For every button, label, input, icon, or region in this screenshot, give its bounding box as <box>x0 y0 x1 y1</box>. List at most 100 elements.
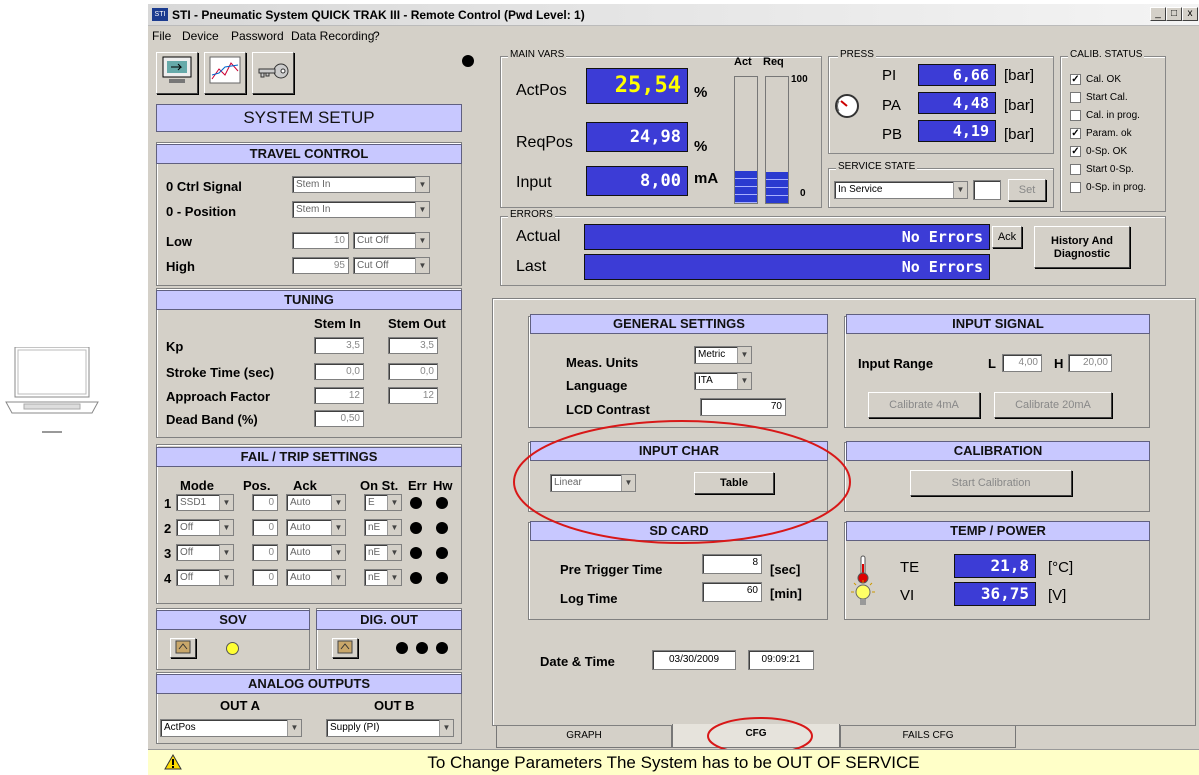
sov-button[interactable] <box>170 638 196 658</box>
high-label: High <box>166 259 195 274</box>
fail-mode-select[interactable]: Off ▼ <box>176 519 234 536</box>
fail-mode-value: Off <box>180 547 194 558</box>
monitor-button[interactable] <box>156 52 198 94</box>
calib-checkbox-label: Start 0-Sp. <box>1086 164 1134 175</box>
log-time-input[interactable]: 60 <box>702 582 762 602</box>
language-select[interactable]: ITA ▼ <box>694 372 752 390</box>
fail-pos-input[interactable]: 0 <box>252 569 278 586</box>
calib-checkbox[interactable] <box>1070 164 1081 175</box>
fail-ack-select[interactable]: Auto ▼ <box>286 494 346 511</box>
calibrate-20ma-button[interactable]: Calibrate 20mA <box>994 392 1112 418</box>
dead-band-input[interactable]: 0,50 <box>314 410 364 427</box>
kp-stem-out-input[interactable]: 3,5 <box>388 337 438 354</box>
language-label: Language <box>566 378 628 393</box>
high-mode-select[interactable]: Cut Off ▼ <box>353 257 430 274</box>
range-h-input[interactable]: 20,00 <box>1068 354 1112 372</box>
menu-file[interactable]: File <box>152 29 171 43</box>
fail-ack-select[interactable]: Auto ▼ <box>286 544 346 561</box>
fail-ack-select[interactable]: Auto ▼ <box>286 569 346 586</box>
low-mode-select[interactable]: Cut Off ▼ <box>353 232 430 249</box>
last-error-label: Last <box>516 258 547 275</box>
out-a-select[interactable]: ActPos ▼ <box>160 719 302 737</box>
stroke-stem-out-input[interactable]: 0,0 <box>388 363 438 380</box>
approach-stem-out-input[interactable]: 12 <box>388 387 438 404</box>
high-input[interactable]: 95 <box>292 257 349 274</box>
ack-button[interactable]: Ack <box>992 226 1022 248</box>
input-char-select[interactable]: Linear ▼ <box>550 474 636 492</box>
lcd-contrast-label: LCD Contrast <box>566 402 650 417</box>
calib-checkbox[interactable] <box>1070 182 1081 193</box>
chevron-down-icon: ▼ <box>737 347 751 363</box>
minimize-button[interactable]: _ <box>1150 7 1166 21</box>
fail-pos-input[interactable]: 0 <box>252 519 278 536</box>
password-button[interactable] <box>252 52 294 94</box>
service-state-select[interactable]: In Service ▼ <box>834 181 968 199</box>
fail-onst-select[interactable]: E ▼ <box>364 494 402 511</box>
calib-checkbox[interactable]: ✓ <box>1070 128 1081 139</box>
tab-cfg[interactable]: CFG <box>672 724 840 748</box>
calib-checkbox[interactable]: ✓ <box>1070 146 1081 157</box>
start-calibration-button[interactable]: Start Calibration <box>910 470 1072 496</box>
stroke-stem-in-input[interactable]: 0,0 <box>314 363 364 380</box>
fail-ack-select[interactable]: Auto ▼ <box>286 519 346 536</box>
stroke-time-label: Stroke Time (sec) <box>166 365 275 380</box>
approach-stem-in-input[interactable]: 12 <box>314 387 364 404</box>
meas-units-select[interactable]: Metric ▼ <box>694 346 752 364</box>
sd-card-header: SD CARD <box>530 521 828 541</box>
lcd-contrast-input[interactable]: 70 <box>700 398 786 416</box>
chevron-down-icon: ▼ <box>953 182 967 198</box>
menu-data-recording[interactable]: Data Recording <box>291 29 374 43</box>
actpos-label: ActPos <box>516 82 567 99</box>
kp-stem-in-input[interactable]: 3,5 <box>314 337 364 354</box>
fail-ack-value: Auto <box>290 497 311 508</box>
menu-password[interactable]: Password <box>231 29 284 43</box>
fail-pos-input[interactable]: 0 <box>252 494 278 511</box>
time-input[interactable]: 09:09:21 <box>748 650 814 670</box>
ctrl-signal-select[interactable]: Stem In ▼ <box>292 176 430 193</box>
tab-graph[interactable]: GRAPH <box>496 726 672 748</box>
menu-help[interactable]: ? <box>373 29 380 43</box>
fail-mode-select[interactable]: Off ▼ <box>176 544 234 561</box>
range-l-input[interactable]: 4,00 <box>1002 354 1042 372</box>
dig-out-button[interactable] <box>332 638 358 658</box>
input-char-value: Linear <box>554 477 582 488</box>
position-value: Stem In <box>296 204 331 215</box>
tab-fails-cfg[interactable]: FAILS CFG <box>840 726 1016 748</box>
history-diagnostic-button[interactable]: History And Diagnostic <box>1034 226 1130 268</box>
chevron-down-icon: ▼ <box>331 520 345 535</box>
calibrate-4ma-button[interactable]: Calibrate 4mA <box>868 392 980 418</box>
table-button[interactable]: Table <box>694 472 774 494</box>
tuning-col-stem-in: Stem In <box>314 316 361 331</box>
calib-checkbox[interactable] <box>1070 110 1081 121</box>
fail-col-onst: On St. <box>360 478 399 493</box>
fail-onst-select[interactable]: nE ▼ <box>364 544 402 561</box>
date-input[interactable]: 03/30/2009 <box>652 650 736 670</box>
fail-pos-input[interactable]: 0 <box>252 544 278 561</box>
input-value: 8,00 <box>586 166 688 196</box>
fail-ack-value: Auto <box>290 522 311 533</box>
calib-checkbox[interactable]: ✓ <box>1070 74 1081 85</box>
position-select[interactable]: Stem In ▼ <box>292 201 430 218</box>
fail-onst-select[interactable]: nE ▼ <box>364 519 402 536</box>
service-state-title: SERVICE STATE <box>836 161 918 172</box>
graph-button[interactable] <box>204 52 246 94</box>
menu-device[interactable]: Device <box>182 29 219 43</box>
out-b-select[interactable]: Supply (PI) ▼ <box>326 719 454 737</box>
maximize-button[interactable]: □ <box>1166 7 1182 21</box>
fail-mode-select[interactable]: SSD1 ▼ <box>176 494 234 511</box>
low-label: Low <box>166 234 192 249</box>
pb-label: PB <box>882 126 903 143</box>
service-code-input[interactable] <box>973 180 1001 200</box>
fail-mode-select[interactable]: Off ▼ <box>176 569 234 586</box>
dig-out-led-3 <box>436 642 448 654</box>
chevron-down-icon: ▼ <box>331 495 345 510</box>
fail-onst-select[interactable]: nE ▼ <box>364 569 402 586</box>
input-unit: mA <box>694 170 719 187</box>
close-button[interactable]: x <box>1182 7 1198 21</box>
low-input[interactable]: 10 <box>292 232 349 249</box>
set-button[interactable]: Set <box>1008 179 1046 201</box>
monitor-icon <box>162 56 192 83</box>
pre-trigger-input[interactable]: 8 <box>702 554 762 574</box>
connection-led <box>462 55 474 67</box>
calib-checkbox[interactable] <box>1070 92 1081 103</box>
